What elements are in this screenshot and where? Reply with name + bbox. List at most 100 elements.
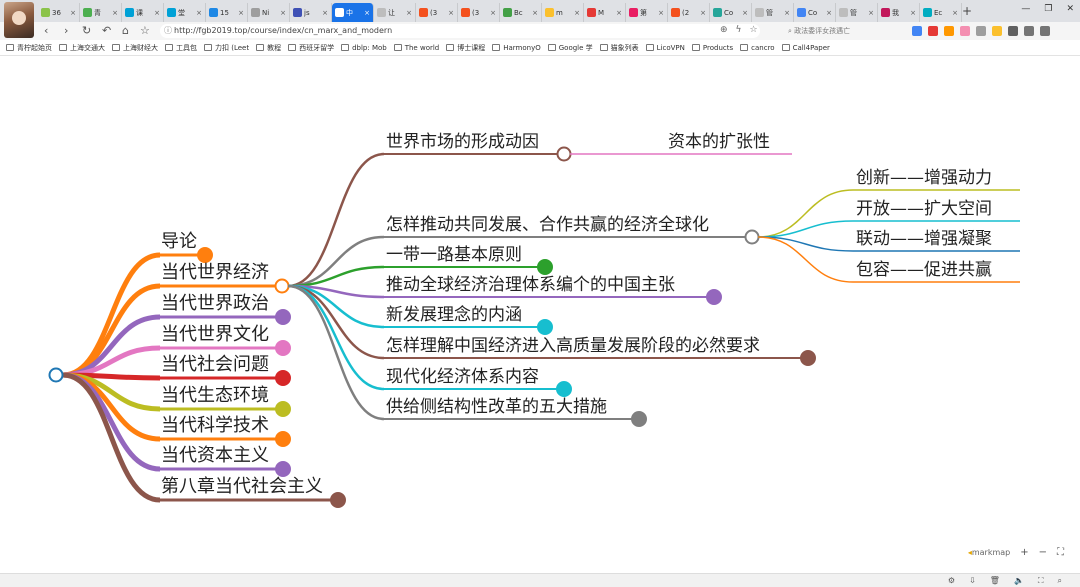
- home-icon[interactable]: ⌂: [122, 24, 129, 37]
- bookmark-item[interactable]: Call4Paper: [781, 44, 830, 52]
- tab-close-icon[interactable]: ×: [196, 9, 202, 17]
- tab-close-icon[interactable]: ×: [532, 9, 538, 17]
- tab-close-icon[interactable]: ×: [154, 9, 160, 17]
- collapsed-node-toggle[interactable]: [275, 370, 291, 386]
- close-window-button[interactable]: ✕: [1066, 4, 1074, 14]
- zoom-icon[interactable]: ⊕: [720, 25, 728, 35]
- browser-tab[interactable]: 36 ×: [38, 3, 80, 22]
- tab-close-icon[interactable]: ×: [700, 9, 706, 17]
- bookmark-item[interactable]: dblp: Mob: [341, 44, 387, 52]
- bookmark-item[interactable]: 青柠起始页: [6, 43, 52, 53]
- tab-close-icon[interactable]: ×: [406, 9, 412, 17]
- tab-close-icon[interactable]: ×: [910, 9, 916, 17]
- trash-icon[interactable]: 🗑: [990, 576, 1000, 586]
- forward-icon[interactable]: ›: [64, 24, 68, 37]
- browser-tab[interactable]: Ni ×: [248, 3, 290, 22]
- volume-icon[interactable]: 🔈: [1014, 576, 1024, 586]
- zoom-in-button[interactable]: +: [1020, 547, 1028, 558]
- browser-tab[interactable]: Co ×: [794, 3, 836, 22]
- tab-close-icon[interactable]: ×: [784, 9, 790, 17]
- tab-close-icon[interactable]: ×: [616, 9, 622, 17]
- tab-close-icon[interactable]: ×: [70, 9, 76, 17]
- menu-icon[interactable]: [1040, 26, 1050, 36]
- fullscreen-icon[interactable]: ⛶: [1038, 576, 1044, 586]
- lightning-icon[interactable]: ϟ: [736, 25, 742, 35]
- site-info-icon[interactable]: ⓘ: [164, 24, 172, 38]
- bookmark-item[interactable]: 西班牙留学: [288, 43, 334, 53]
- bookmark-item[interactable]: 教程: [256, 43, 281, 53]
- expanded-node-toggle[interactable]: [274, 278, 290, 294]
- star-icon[interactable]: ☆: [140, 24, 150, 37]
- url-field[interactable]: ⓘ http://fgb2019.top/course/index/cn_mar…: [160, 24, 760, 38]
- topic-node[interactable]: 当代世界政治: [161, 295, 269, 313]
- extension-icon[interactable]: [992, 26, 1002, 36]
- subtopic-node[interactable]: 推动全球经济治理体系编个的中国主张: [386, 277, 675, 294]
- collapsed-node-toggle[interactable]: [275, 431, 291, 447]
- bookmark-item[interactable]: 力扣 (Leet: [204, 43, 249, 53]
- browser-tab[interactable]: (3 ×: [458, 3, 500, 22]
- leaf-node[interactable]: 创新——增强动力: [856, 170, 992, 187]
- tab-close-icon[interactable]: ×: [742, 9, 748, 17]
- search-input[interactable]: ⌕ 政法委评女孩遇亡: [788, 24, 898, 38]
- topic-node[interactable]: 当代资本主义: [161, 447, 269, 465]
- minimize-button[interactable]: —: [1021, 4, 1030, 14]
- browser-tab[interactable]: Ec ×: [920, 3, 962, 22]
- browser-tab[interactable]: Co ×: [710, 3, 752, 22]
- tab-close-icon[interactable]: ×: [574, 9, 580, 17]
- fit-view-button[interactable]: ⛶: [1057, 547, 1064, 558]
- bookmark-item[interactable]: HarmonyO: [492, 44, 541, 52]
- topic-node[interactable]: 当代社会问题: [161, 356, 269, 374]
- mindmap-canvas[interactable]: 导论 当代世界经济 当代世界政治 当代世界文化 当代社会问题 当代生态环境 当代科学技术 当代…: [0, 57, 1080, 570]
- collapsed-node-toggle[interactable]: [275, 340, 291, 356]
- bookmark-item[interactable]: 猫象列表: [599, 43, 639, 53]
- collapsed-node-toggle[interactable]: [197, 247, 213, 263]
- extension-icon[interactable]: [976, 26, 986, 36]
- collapsed-node-toggle[interactable]: [275, 309, 291, 325]
- restore-button[interactable]: ❐: [1044, 4, 1052, 14]
- subtopic-node[interactable]: 世界市场的形成动因: [386, 134, 539, 151]
- tab-close-icon[interactable]: ×: [658, 9, 664, 17]
- bookmark-item[interactable]: 上海财经大: [112, 43, 158, 53]
- bookmark-item[interactable]: 工具包: [165, 43, 197, 53]
- tab-close-icon[interactable]: ×: [868, 9, 874, 17]
- browser-tab[interactable]: 第 ×: [626, 3, 668, 22]
- tab-close-icon[interactable]: ×: [238, 9, 244, 17]
- bookmark-item[interactable]: The world: [393, 44, 439, 52]
- extension-icon[interactable]: [912, 26, 922, 36]
- scissors-icon[interactable]: [1008, 26, 1018, 36]
- subtopic-node[interactable]: 新发展理念的内涵: [386, 307, 522, 324]
- tab-close-icon[interactable]: ×: [364, 9, 370, 17]
- zoom-out-button[interactable]: −: [1039, 547, 1047, 558]
- browser-tab[interactable]: 青 ×: [80, 3, 122, 22]
- root-node-toggle[interactable]: [48, 367, 64, 383]
- leaf-node[interactable]: 开放——扩大空间: [856, 201, 992, 218]
- settings-icon[interactable]: ⚙: [948, 576, 955, 586]
- topic-node[interactable]: 当代世界经济: [161, 264, 269, 282]
- leaf-node[interactable]: 联动——增强凝聚: [856, 231, 992, 248]
- tab-close-icon[interactable]: ×: [826, 9, 832, 17]
- browser-tab[interactable]: 让 ×: [374, 3, 416, 22]
- browser-tab[interactable]: (2 ×: [668, 3, 710, 22]
- bookmark-item[interactable]: cancro: [740, 44, 775, 52]
- reload-icon[interactable]: ↻: [82, 24, 91, 37]
- expanded-node-toggle[interactable]: [744, 229, 760, 245]
- subtopic-node[interactable]: 现代化经济体系内容: [386, 369, 539, 386]
- browser-tab[interactable]: 我 ×: [878, 3, 920, 22]
- bookmark-item[interactable]: 博士课程: [446, 43, 485, 53]
- bookmark-star-icon[interactable]: ☆: [749, 25, 757, 35]
- subtopic-node[interactable]: 一带一路基本原则: [386, 247, 522, 264]
- collapsed-node-toggle[interactable]: [800, 350, 816, 366]
- download-icon[interactable]: ⇩: [969, 576, 976, 586]
- browser-tab[interactable]: 管 ×: [752, 3, 794, 22]
- topic-node[interactable]: 当代科学技术: [161, 417, 269, 435]
- new-tab-button[interactable]: +: [962, 4, 972, 18]
- tab-close-icon[interactable]: ×: [280, 9, 286, 17]
- browser-tab[interactable]: Bc ×: [500, 3, 542, 22]
- zoom-status-icon[interactable]: ⌕: [1058, 576, 1062, 586]
- topic-node[interactable]: 当代生态环境: [161, 387, 269, 405]
- browser-tab[interactable]: 15 ×: [206, 3, 248, 22]
- tab-close-icon[interactable]: ×: [112, 9, 118, 17]
- collapsed-node-toggle[interactable]: [556, 381, 572, 397]
- markmap-brand[interactable]: ◂markmap: [968, 548, 1010, 557]
- collapsed-node-toggle[interactable]: [537, 319, 553, 335]
